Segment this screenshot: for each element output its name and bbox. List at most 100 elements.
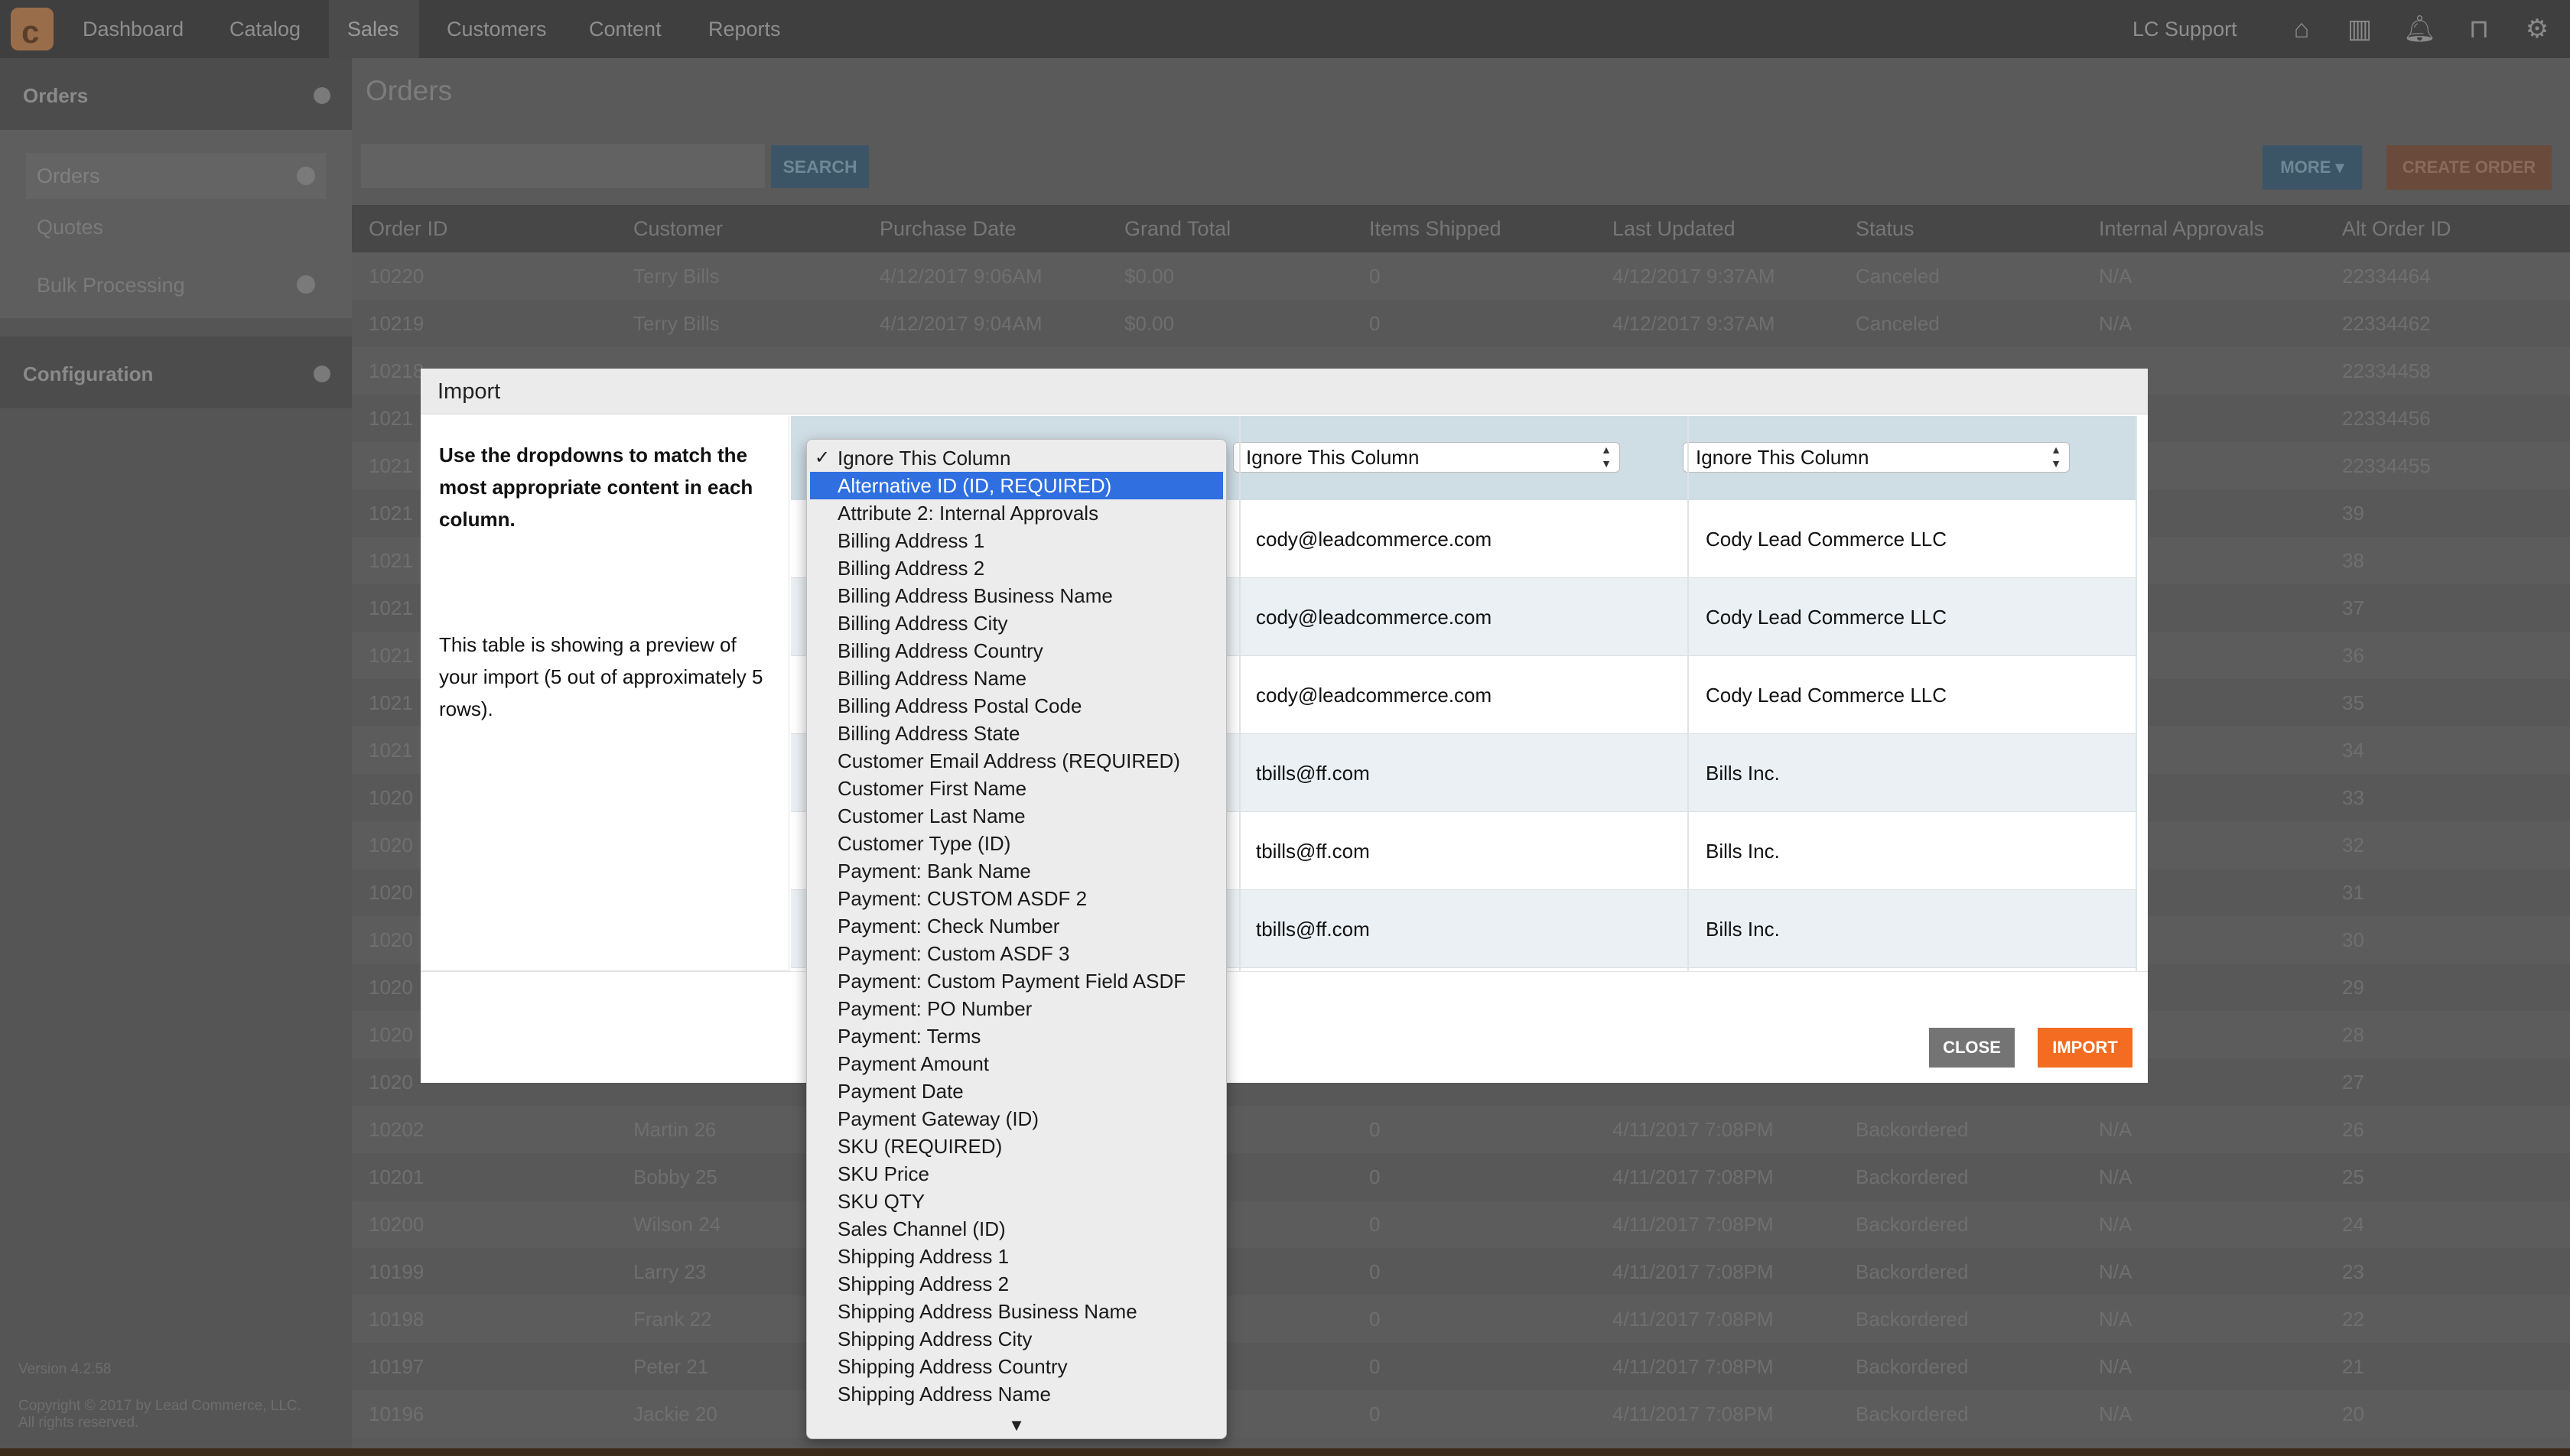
- lock-icon[interactable]: ⊓: [2464, 15, 2494, 43]
- dropdown-option[interactable]: Sales Channel (ID): [807, 1215, 1226, 1243]
- column-map-select-value: Ignore This Column: [1696, 446, 1869, 469]
- nav-dashboard[interactable]: Dashboard: [67, 0, 199, 58]
- dropdown-option[interactable]: Shipping Address Business Name: [807, 1298, 1226, 1325]
- dropdown-option[interactable]: Billing Address City: [807, 609, 1226, 637]
- book-icon[interactable]: ▥: [2345, 15, 2374, 43]
- dropdown-option[interactable]: Payment: Custom Payment Field ASDF: [807, 967, 1226, 995]
- sidebar-orders-header[interactable]: Orders: [0, 58, 352, 130]
- dropdown-option[interactable]: Customer First Name: [807, 775, 1226, 802]
- cell-customer: Frank 22: [633, 1308, 712, 1331]
- more-button[interactable]: MORE ▾: [2263, 145, 2362, 190]
- dropdown-option[interactable]: Shipping Address Country: [807, 1353, 1226, 1380]
- dropdown-option[interactable]: Payment: Bank Name: [807, 857, 1226, 885]
- table-row[interactable]: 10196 Jackie 20 0 4/11/2017 7:08PM Backorder…: [352, 1390, 2570, 1438]
- cell-alt-order-id: 39: [2342, 502, 2364, 525]
- col-alt-order-id[interactable]: Alt Order ID: [2342, 205, 2451, 252]
- cell-alt-order-id: 20: [2342, 1402, 2364, 1425]
- dropdown-option[interactable]: Customer Email Address (REQUIRED): [807, 747, 1226, 775]
- cell-items-shipped: 0: [1369, 1402, 1381, 1425]
- table-row[interactable]: 10197 Peter 21 0 4/11/2017 7:08PM Backordere…: [352, 1343, 2570, 1390]
- sidebar-item-quotes[interactable]: Quotes: [37, 216, 103, 239]
- dropdown-option[interactable]: Shipping Address 1: [807, 1243, 1226, 1270]
- preview-cell-email: cody@leadcommerce.com: [1256, 606, 1492, 629]
- cell-alt-order-id: 28: [2342, 1023, 2364, 1046]
- dropdown-option[interactable]: Billing Address 2: [807, 554, 1226, 582]
- dropdown-option[interactable]: Billing Address State: [807, 720, 1226, 747]
- sidebar-item-bulk-processing[interactable]: Bulk Processing: [37, 274, 185, 297]
- dropdown-option[interactable]: Billing Address Business Name: [807, 582, 1226, 609]
- col-grand-total[interactable]: Grand Total: [1124, 205, 1231, 252]
- table-row[interactable]: 10220 Terry Bills 4/12/2017 9:06AM $0.00 0 4/…: [352, 252, 2570, 300]
- cell-alt-order-id: 24: [2342, 1213, 2364, 1236]
- bell-icon[interactable]: 🔔︎: [2403, 15, 2436, 43]
- cell-internal-approvals: N/A: [2099, 265, 2132, 288]
- dropdown-option[interactable]: Shipping Address Name: [807, 1380, 1226, 1408]
- dropdown-option[interactable]: Customer Last Name: [807, 802, 1226, 830]
- table-row[interactable]: 10219 Terry Bills 4/12/2017 9:04AM $0.00 0 4/…: [352, 300, 2570, 347]
- dropdown-option[interactable]: Alternative ID (ID, REQUIRED): [810, 472, 1223, 499]
- column-map-select[interactable]: Ignore This Column ▲ ▼: [1683, 442, 2070, 473]
- table-row[interactable]: 10202 Martin 26 0 4/11/2017 7:08PM Backorder…: [352, 1106, 2570, 1153]
- table-row[interactable]: 10199 Larry 23 0 4/11/2017 7:08PM Backordere…: [352, 1248, 2570, 1295]
- column-map-dropdown-list[interactable]: ✓ Ignore This Column Alternative ID (ID, R…: [806, 439, 1227, 1439]
- cell-grand-total: $0.00: [1124, 265, 1175, 288]
- cell-last-updated: 4/11/2017 7:08PM: [1612, 1165, 1774, 1188]
- search-input[interactable]: [361, 144, 765, 188]
- dropdown-option[interactable]: Billing Address Country: [807, 637, 1226, 665]
- dropdown-option-label: Attribute 2: Internal Approvals: [838, 502, 1099, 525]
- dropdown-option[interactable]: SKU Price: [807, 1160, 1226, 1188]
- col-status[interactable]: Status: [1856, 205, 1914, 252]
- sidebar-item-orders[interactable]: Orders: [26, 153, 326, 199]
- nav-customers[interactable]: Customers: [436, 0, 566, 58]
- dropdown-option[interactable]: SKU QTY: [807, 1188, 1226, 1215]
- dropdown-option[interactable]: Billing Address 1: [807, 527, 1226, 554]
- table-row[interactable]: 10201 Bobby 25 0 4/11/2017 7:08PM Backordere…: [352, 1153, 2570, 1201]
- home-icon[interactable]: ⌂: [2287, 15, 2316, 43]
- col-last-updated[interactable]: Last Updated: [1612, 205, 1736, 252]
- gear-icon[interactable]: ⚙: [2523, 15, 2552, 43]
- dropdown-option-label: Payment Gateway (ID): [838, 1107, 1039, 1130]
- dropdown-option[interactable]: SKU (REQUIRED): [807, 1133, 1226, 1160]
- nav-sales[interactable]: Sales: [329, 0, 419, 58]
- col-purchase-date[interactable]: Purchase Date: [880, 205, 1017, 252]
- nav-catalog[interactable]: Catalog: [216, 0, 330, 58]
- dropdown-option[interactable]: Billing Address Postal Code: [807, 692, 1226, 720]
- nav-content[interactable]: Content: [578, 0, 685, 58]
- search-button[interactable]: SEARCH: [771, 145, 869, 188]
- col-order-id[interactable]: Order ID: [369, 205, 448, 252]
- dropdown-option[interactable]: Customer Type (ID): [807, 830, 1226, 857]
- dropdown-option[interactable]: Attribute 2: Internal Approvals: [807, 499, 1226, 527]
- table-row[interactable]: 10198 Frank 22 0 4/11/2017 7:08PM Backordere…: [352, 1295, 2570, 1343]
- col-internal-approvals[interactable]: Internal Approvals: [2099, 205, 2264, 252]
- dropdown-option[interactable]: Payment Date: [807, 1077, 1226, 1105]
- dropdown-option[interactable]: Payment: CUSTOM ASDF 2: [807, 885, 1226, 912]
- dropdown-option-label: Payment: PO Number: [838, 997, 1033, 1020]
- cell-order-id: 1021: [369, 644, 413, 667]
- sidebar-configuration-header[interactable]: Configuration: [0, 336, 352, 408]
- import-button[interactable]: IMPORT: [2038, 1028, 2132, 1068]
- sidebar-orders-links: Orders Quotes Bulk Processing: [0, 130, 352, 318]
- dropdown-option[interactable]: Billing Address Name: [807, 665, 1226, 692]
- dropdown-option[interactable]: ✓ Ignore This Column: [807, 444, 1226, 472]
- create-order-button[interactable]: CREATE ORDER: [2386, 145, 2552, 190]
- dropdown-option[interactable]: Payment Amount: [807, 1050, 1226, 1077]
- column-map-select[interactable]: Ignore This Column ▲ ▼: [1233, 442, 1620, 473]
- scroll-down-icon[interactable]: ▼: [807, 1415, 1226, 1435]
- lead-commerce-logo[interactable]: c: [11, 8, 54, 50]
- dropdown-option[interactable]: Payment: Check Number: [807, 912, 1226, 940]
- dropdown-option[interactable]: Shipping Address City: [807, 1325, 1226, 1353]
- dropdown-option[interactable]: Shipping Address 2: [807, 1270, 1226, 1298]
- dropdown-option[interactable]: Payment: PO Number: [807, 995, 1226, 1022]
- col-customer[interactable]: Customer: [633, 205, 723, 252]
- column-map-select-value: Ignore This Column: [1246, 446, 1420, 469]
- dropdown-option[interactable]: Payment: Custom ASDF 3: [807, 940, 1226, 967]
- close-button[interactable]: CLOSE: [1929, 1028, 2015, 1068]
- dropdown-option[interactable]: Payment Gateway (ID): [807, 1105, 1226, 1133]
- col-items-shipped[interactable]: Items Shipped: [1369, 205, 1501, 252]
- add-bulk-icon[interactable]: [297, 275, 315, 294]
- dropdown-option[interactable]: Payment: Terms: [807, 1022, 1226, 1050]
- user-menu[interactable]: LC Support: [2132, 0, 2278, 58]
- table-row[interactable]: 10200 Wilson 24 0 4/11/2017 7:08PM Backorder…: [352, 1201, 2570, 1248]
- nav-reports[interactable]: Reports: [698, 0, 805, 58]
- add-order-icon[interactable]: [297, 167, 315, 185]
